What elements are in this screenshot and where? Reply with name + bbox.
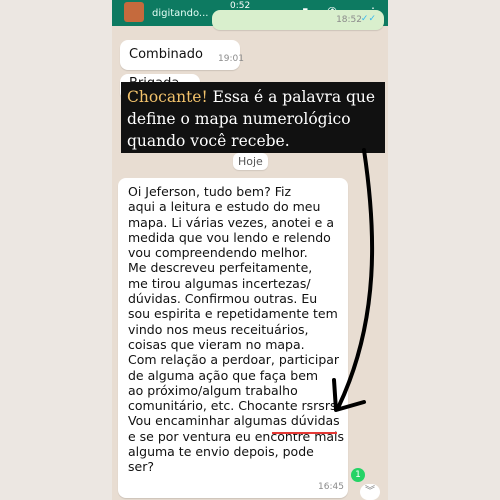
message-text: Combinado xyxy=(129,47,203,62)
scroll-down-button[interactable]: ︾ xyxy=(360,484,380,500)
caption-highlight: Chocante! xyxy=(127,88,208,106)
message-bubble[interactable]: Combinado 19:01 xyxy=(120,40,244,70)
caption-overlay: Chocante! Essa é a palavra que define o … xyxy=(121,82,385,153)
outgoing-message: 18:52 ✓✓ xyxy=(212,10,384,30)
unread-badge: 1 xyxy=(351,468,365,482)
message-bubble-main[interactable]: Oi Jeferson, tudo bem? Fiz aqui a leitur… xyxy=(118,178,348,498)
outgoing-time: 18:52 xyxy=(336,15,362,25)
message-time: 19:01 xyxy=(218,54,244,64)
typing-indicator: digitando... xyxy=(152,8,209,19)
red-underline xyxy=(272,432,337,434)
day-separator: Hoje xyxy=(233,153,268,170)
read-check-icon: ✓✓ xyxy=(360,14,376,24)
message-time: 16:45 xyxy=(318,482,344,492)
phone-screen: digitando... 0:52 ▮ ✆ ⋮ 18:52 ✓✓ Combina… xyxy=(112,0,388,500)
contact-avatar[interactable] xyxy=(124,2,144,22)
